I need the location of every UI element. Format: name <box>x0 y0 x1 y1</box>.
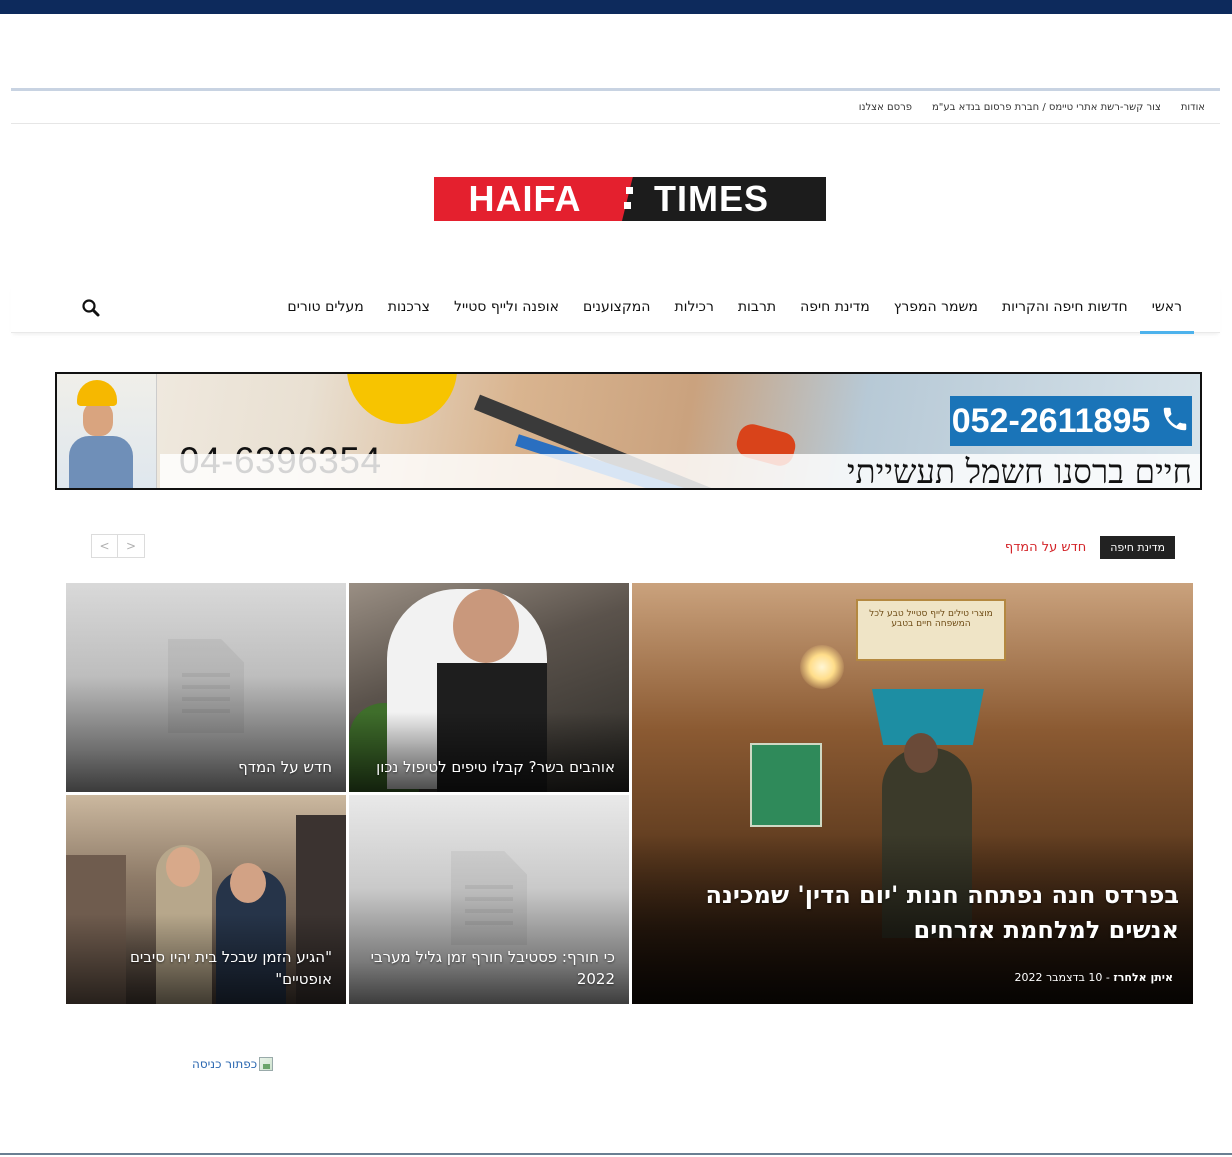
store-sign-image: מוצרי טילים לייף סטייל טבע לכל המשפחה חי… <box>856 599 1006 661</box>
article-tile-festival[interactable]: כי חורף: פסטיבל חורף זמן גליל מערבי 2022 <box>349 795 629 1004</box>
block-header: מדינת חיפה חדש על המדף <box>975 535 1175 559</box>
category-tag[interactable]: מדינת חיפה <box>1100 535 1175 559</box>
tile-title[interactable]: אוהבים בשר? קבלו טיפים לטיפול נכון <box>361 756 615 778</box>
document-placeholder-icon <box>451 851 527 945</box>
featured-author[interactable]: איתן אלחרז <box>1113 971 1173 984</box>
lamp-image <box>800 645 844 689</box>
woman-left-head-image <box>166 847 200 887</box>
tile-title[interactable]: כי חורף: פסטיבל חורף זמן גליל מערבי 2022 <box>361 946 615 990</box>
nav-item-bay-guard[interactable]: משמר המפרץ <box>882 285 990 333</box>
article-tile-new-shelf[interactable]: חדש על המדף <box>66 583 346 792</box>
logo-haifa-text: HAIFA <box>434 177 616 221</box>
featured-title[interactable]: בפרדס חנה נפתחה חנות 'יום הדין' שמכינה א… <box>644 878 1179 948</box>
tile-title[interactable]: "הגיע הזמן שבכל בית יהיו סיבים אופטיים" <box>78 946 332 990</box>
ad-worker-image <box>57 374 157 488</box>
woman-right-head-image <box>230 863 266 903</box>
nav-item-home[interactable]: ראשי <box>1139 285 1195 334</box>
broken-image-icon <box>259 1057 274 1071</box>
featured-meta: איתן אלחרז - 10 בדצמבר 2022 <box>1014 971 1173 984</box>
nav-item-columns[interactable]: מעלים טורים <box>275 285 375 333</box>
nav-item-gossip[interactable]: רכילות <box>662 285 725 333</box>
chef-head-image <box>453 589 519 663</box>
tile-title[interactable]: חדש על המדף <box>78 756 332 778</box>
nav-item-culture[interactable]: תרבות <box>726 285 788 333</box>
search-icon[interactable] <box>81 298 101 318</box>
article-tile-meat[interactable]: אוהבים בשר? קבלו טיפים לטיפול נכון <box>349 583 629 792</box>
site-logo[interactable]: HAIFA TIMES <box>434 177 826 221</box>
meta-separator: - <box>1102 971 1114 984</box>
phone-icon <box>1160 404 1190 438</box>
topbar-link-contact[interactable]: צור קשר-רשת אתרי טיימס / חברת פרסום בנדא… <box>932 102 1161 113</box>
electrician-ad-banner[interactable]: 04-6396354 חיים ברסנו חשמל תעשייתי 052-2… <box>55 372 1202 490</box>
shopkeeper-head-image <box>904 733 938 773</box>
block-title[interactable]: חדש על המדף <box>1005 540 1086 555</box>
article-tile-fiber[interactable]: "הגיע הזמן שבכל בית יהיו סיבים אופטיים" <box>66 795 346 1004</box>
ad-tool-image <box>347 374 457 424</box>
pager-next-button[interactable]: > <box>118 534 145 558</box>
topbar-link-about[interactable]: אודות <box>1181 102 1205 113</box>
nav-item-fashion[interactable]: אופנה ולייף סטייל <box>442 285 571 333</box>
entry-button-image[interactable]: כפתור כניסה <box>192 1057 274 1071</box>
top-color-strip <box>0 0 1232 14</box>
top-utility-bar: אודות צור קשר-רשת אתרי טיימס / חברת פרסו… <box>11 88 1220 124</box>
nav-item-professionals[interactable]: המקצוענים <box>571 285 663 333</box>
ad-mobile-number: 052-2611895 <box>951 401 1151 440</box>
featured-date: 10 בדצמבר 2022 <box>1014 971 1103 984</box>
nav-item-consumerism[interactable]: צרכנות <box>376 285 442 333</box>
topbar-link-advertise[interactable]: פרסם אצלנו <box>859 102 912 113</box>
logo-separator-mark <box>616 177 646 221</box>
featured-article[interactable]: מוצרי טילים לייף סטייל טבע לכל המשפחה חי… <box>632 583 1193 1004</box>
main-navigation: ראשי חדשות חיפה והקריות משמר המפרץ מדינת… <box>11 285 1220 334</box>
tile-shade <box>349 712 629 792</box>
nav-item-haifa-news[interactable]: חדשות חיפה והקריות <box>990 285 1140 333</box>
block-pager: < > <box>91 534 145 558</box>
entry-button-alt-text: כפתור כניסה <box>192 1057 258 1071</box>
document-placeholder-icon <box>168 639 244 733</box>
logo-times-text: TIMES <box>646 177 826 221</box>
ad-business-name: חיים ברסנו חשמל תעשייתי <box>846 452 1192 490</box>
ad-mobile-box: 052-2611895 <box>950 396 1192 446</box>
pager-prev-button[interactable]: < <box>91 534 118 558</box>
bottom-divider <box>0 1153 1232 1155</box>
nav-item-haifa-state[interactable]: מדינת חיפה <box>788 285 882 333</box>
green-flag-image <box>750 743 822 827</box>
